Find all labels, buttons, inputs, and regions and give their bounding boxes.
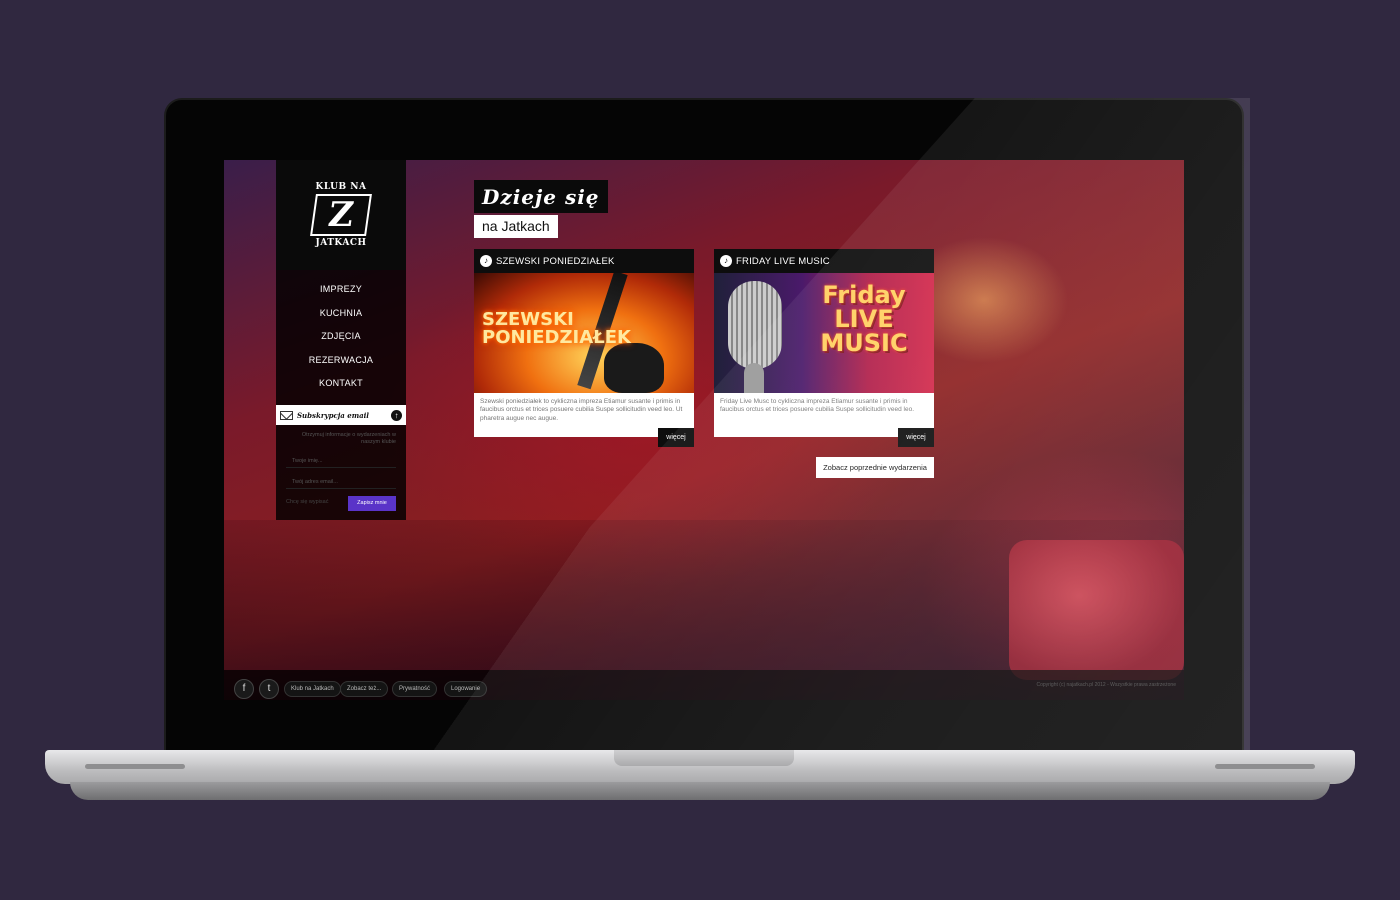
nav-item-kuchnia[interactable]: KUCHNIA bbox=[276, 302, 406, 326]
footer-link-prywatnosc[interactable]: Prywatność bbox=[392, 681, 438, 697]
email-input[interactable]: Twój adres email... bbox=[286, 475, 396, 489]
event-card-header[interactable]: ♪ FRIDAY LIVE MUSIC bbox=[714, 249, 934, 273]
event-card-header[interactable]: ♪ SZEWSKI PONIEDZIAŁEK bbox=[474, 249, 694, 273]
background-sofa bbox=[1009, 540, 1184, 680]
page-title: Dzieje się bbox=[474, 180, 608, 213]
previous-events-button[interactable]: Zobacz poprzednie wydarzenia bbox=[816, 457, 934, 478]
microphone-stand bbox=[744, 363, 764, 393]
microphone-head bbox=[728, 281, 782, 369]
event-image-line: PONIEDZIAŁEK bbox=[482, 327, 631, 348]
nav-item-zdjecia[interactable]: ZDJĘCIA bbox=[276, 325, 406, 349]
more-button[interactable]: więcej bbox=[898, 428, 934, 447]
subscribe-info: Otrzymuj informacje o wydarzeniach w nas… bbox=[301, 432, 396, 446]
guitar-body bbox=[604, 343, 664, 393]
subscribe-title: Subskrypcja email bbox=[297, 410, 369, 420]
facebook-icon[interactable]: f bbox=[234, 679, 254, 699]
laptop-base-bottom bbox=[70, 782, 1330, 800]
nav-item-imprezy[interactable]: IMPREZY bbox=[276, 278, 406, 302]
event-card: ♪ FRIDAY LIVE MUSIC Friday LIVE MUSIC Fr… bbox=[714, 249, 934, 447]
event-image-text: SZEWSKI PONIEDZIAŁEK bbox=[482, 311, 631, 347]
logo-text-bottom: JATKACH bbox=[315, 238, 367, 248]
laptop-vent-left bbox=[85, 764, 185, 769]
event-image-line: Friday bbox=[822, 281, 906, 309]
more-button[interactable]: więcej bbox=[658, 428, 694, 447]
footer-link-klub[interactable]: Klub na Jatkach bbox=[284, 681, 341, 697]
envelope-icon bbox=[280, 410, 293, 420]
event-title: FRIDAY LIVE MUSIC bbox=[736, 255, 830, 267]
footer-link-zobacz[interactable]: Zobacz też... bbox=[340, 681, 389, 697]
sidebar: KLUB NA Z JATKACH IMPREZY KUCHNIA ZDJĘCI… bbox=[276, 160, 406, 520]
club-logo[interactable]: KLUB NA Z JATKACH bbox=[276, 160, 406, 270]
laptop-vent-right bbox=[1215, 764, 1315, 769]
music-note-icon: ♪ bbox=[480, 255, 492, 267]
page-title-text: Dzieje się bbox=[482, 184, 600, 209]
logo-mark: Z bbox=[310, 194, 372, 236]
event-card: ♪ SZEWSKI PONIEDZIAŁEK SZEWSKI PONIEDZIA… bbox=[474, 249, 694, 447]
event-image-line: LIVE bbox=[834, 305, 894, 333]
unsubscribe-link[interactable]: Chcę się wypisać bbox=[286, 499, 329, 505]
copyright: Copyright (c) najatkach.pl 2012 - Wszyst… bbox=[1036, 682, 1176, 688]
site-footer: f t Klub na Jatkach Zobacz też... Prywat… bbox=[224, 670, 1184, 700]
name-input[interactable]: Twoje imię... bbox=[286, 454, 396, 468]
footer-link-logowanie[interactable]: Logowanie bbox=[444, 681, 488, 697]
event-image[interactable]: Friday LIVE MUSIC bbox=[714, 273, 934, 393]
logo-text-top: KLUB NA bbox=[315, 182, 367, 192]
music-note-icon: ♪ bbox=[720, 255, 732, 267]
page-subtitle: na Jatkach bbox=[474, 215, 558, 238]
nav-item-kontakt[interactable]: KONTAKT bbox=[276, 372, 406, 396]
collapse-arrow-icon[interactable]: ↑ bbox=[391, 409, 402, 421]
subscribe-header[interactable]: Subskrypcja email ↑ bbox=[276, 405, 406, 425]
nav-item-rezerwacja[interactable]: REZERWACJA bbox=[276, 349, 406, 373]
subscribe-button[interactable]: Zapisz mnie bbox=[348, 496, 396, 511]
website-screen: KLUB NA Z JATKACH IMPREZY KUCHNIA ZDJĘCI… bbox=[224, 160, 1184, 700]
laptop-hinge bbox=[614, 750, 794, 766]
main-nav: IMPREZY KUCHNIA ZDJĘCIA REZERWACJA KONTA… bbox=[276, 278, 406, 396]
event-title: SZEWSKI PONIEDZIAŁEK bbox=[496, 255, 615, 267]
event-image[interactable]: SZEWSKI PONIEDZIAŁEK bbox=[474, 273, 694, 393]
twitter-icon[interactable]: t bbox=[259, 679, 279, 699]
event-image-line: MUSIC bbox=[820, 329, 908, 357]
event-image-text: Friday LIVE MUSIC bbox=[804, 283, 924, 355]
